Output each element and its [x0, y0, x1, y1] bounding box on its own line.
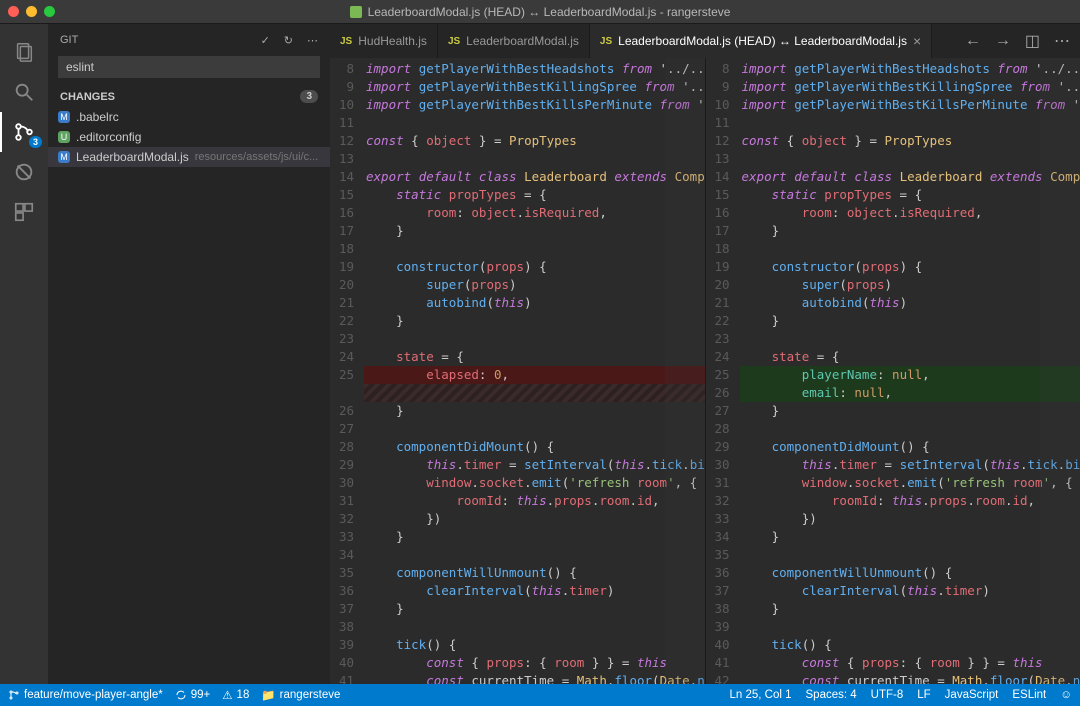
file-status-badge: U: [58, 131, 70, 143]
js-file-icon: JS: [448, 36, 460, 47]
file-type-icon: [350, 6, 362, 18]
more-icon[interactable]: ⋯: [307, 34, 318, 47]
folder-indicator[interactable]: 📁 rangersteve: [261, 688, 340, 702]
gutter-left: 8910111213141516171819202122232425262728…: [330, 58, 364, 684]
scm-message-input[interactable]: [58, 56, 320, 78]
language-mode[interactable]: JavaScript: [945, 689, 999, 701]
refresh-icon[interactable]: ↻: [284, 34, 293, 47]
tab-label: LeaderboardModal.js (HEAD) ↔ Leaderboard…: [618, 34, 907, 48]
scm-sidebar: GIT ✓ ↻ ⋯ CHANGES 3 M .babelrc U .editorcon…: [48, 24, 330, 684]
scm-header: GIT ✓ ↻ ⋯: [48, 24, 330, 56]
code-right[interactable]: import getPlayerWithBestHeadshots from '…: [740, 58, 1080, 684]
indentation[interactable]: Spaces: 4: [806, 689, 857, 701]
window-title-text: LeaderboardModal.js (HEAD) ↔ Leaderboard…: [368, 5, 731, 19]
changes-label: CHANGES: [60, 91, 115, 103]
file-name: .editorconfig: [76, 130, 141, 144]
titlebar: LeaderboardModal.js (HEAD) ↔ Leaderboard…: [0, 0, 1080, 24]
changes-count: 3: [300, 90, 318, 103]
js-file-icon: JS: [600, 36, 612, 47]
close-tab-icon[interactable]: ×: [913, 33, 921, 49]
cursor-position[interactable]: Ln 25, Col 1: [729, 689, 791, 701]
search-icon[interactable]: [0, 72, 48, 112]
diff-pane-right[interactable]: 8910111213141516171819202122232425262728…: [705, 58, 1080, 684]
explorer-icon[interactable]: [0, 32, 48, 72]
git-branch[interactable]: feature/move-player-angle*: [8, 689, 163, 701]
gutter-right: 8910111213141516171819202122232425262728…: [706, 58, 740, 684]
status-bar: feature/move-player-angle* 99+ ⚠ 18 📁 ra…: [0, 684, 1080, 706]
debug-icon[interactable]: [0, 152, 48, 192]
changes-header[interactable]: CHANGES 3: [48, 86, 330, 107]
scm-icon[interactable]: 3: [0, 112, 48, 152]
js-file-icon: JS: [340, 36, 352, 47]
file-name: .babelrc: [76, 110, 119, 124]
extensions-icon[interactable]: [0, 192, 48, 232]
diff-pane-left[interactable]: 8910111213141516171819202122232425262728…: [330, 58, 705, 684]
eslint-status[interactable]: ESLint: [1012, 689, 1046, 701]
changed-file[interactable]: M LeaderboardModal.js resources/assets/js/…: [48, 147, 330, 167]
more-actions-icon[interactable]: ⋯: [1054, 31, 1070, 51]
scm-badge: 3: [29, 136, 42, 148]
eol[interactable]: LF: [917, 689, 930, 701]
git-sync[interactable]: 99+: [175, 689, 211, 701]
split-editor-icon[interactable]: ◫: [1025, 31, 1040, 51]
changed-file[interactable]: U .editorconfig: [48, 127, 330, 147]
minimap[interactable]: [665, 58, 705, 684]
commit-message-field[interactable]: [58, 56, 320, 78]
feedback-icon[interactable]: ☺: [1060, 689, 1072, 701]
tab-label: HudHealth.js: [358, 34, 427, 48]
commit-icon[interactable]: ✓: [261, 34, 270, 47]
editor-area: JS HudHealth.js JS LeaderboardModal.js JS Lea…: [330, 24, 1080, 684]
changes-list: M .babelrc U .editorconfig M LeaderboardModal…: [48, 107, 330, 167]
file-name: LeaderboardModal.js: [76, 150, 189, 164]
file-path: resources/assets/js/ui/c...: [195, 151, 319, 163]
nav-forward-icon[interactable]: →: [995, 32, 1011, 50]
minimap[interactable]: [1040, 58, 1080, 684]
encoding[interactable]: UTF-8: [871, 689, 904, 701]
editor-tab[interactable]: JS HudHealth.js: [330, 24, 438, 58]
editor-tab[interactable]: JS LeaderboardModal.js (HEAD) ↔ Leaderboa…: [590, 24, 932, 58]
nav-back-icon[interactable]: ←: [965, 32, 981, 50]
file-status-badge: M: [58, 151, 70, 163]
code-left[interactable]: import getPlayerWithBestHeadshots from '…: [364, 58, 705, 684]
file-status-badge: M: [58, 111, 70, 123]
tab-bar: JS HudHealth.js JS LeaderboardModal.js JS Lea…: [330, 24, 1080, 58]
window-title: LeaderboardModal.js (HEAD) ↔ Leaderboard…: [0, 5, 1080, 19]
activity-bar: 3: [0, 24, 48, 684]
tab-label: LeaderboardModal.js: [466, 34, 579, 48]
changed-file[interactable]: M .babelrc: [48, 107, 330, 127]
scm-title: GIT: [60, 34, 78, 46]
problems[interactable]: ⚠ 18: [222, 688, 249, 702]
editor-tab[interactable]: JS LeaderboardModal.js: [438, 24, 590, 58]
